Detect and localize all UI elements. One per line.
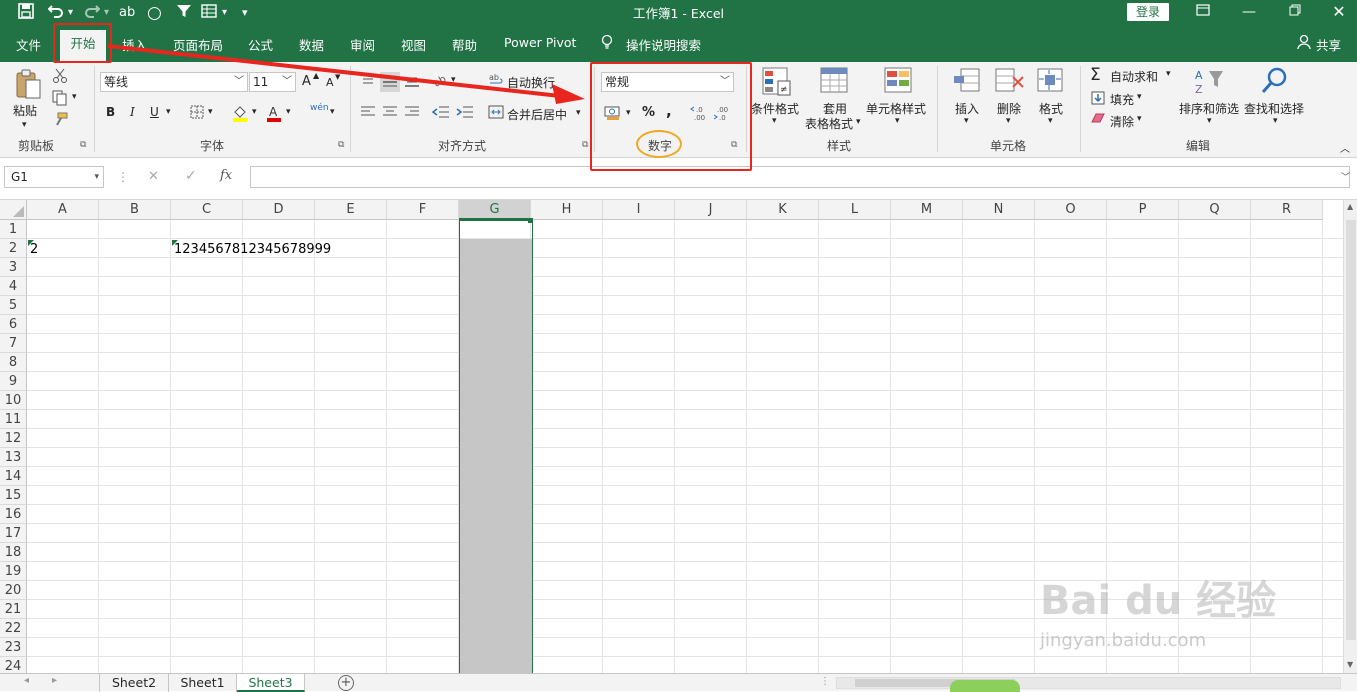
- annotation-arrow: [107, 44, 585, 104]
